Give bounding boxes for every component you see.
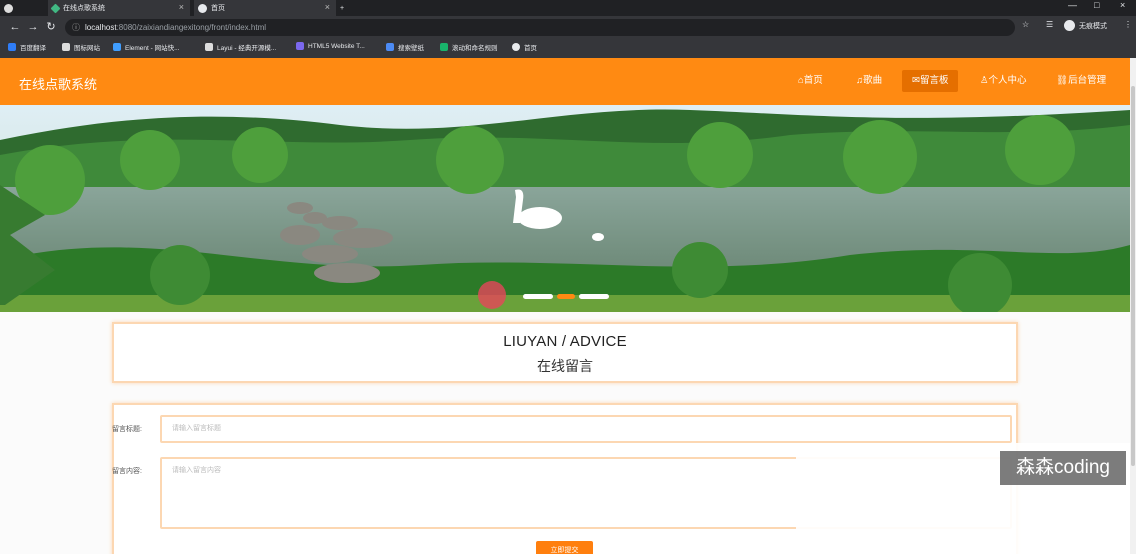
advice-header-card: LIUYAN / ADVICE 在线留言 bbox=[112, 322, 1018, 383]
carousel-dot[interactable] bbox=[579, 294, 609, 299]
star-icon[interactable]: ☆ bbox=[1022, 20, 1029, 29]
lake-scene-illustration bbox=[0, 105, 1130, 312]
tab-home[interactable]: 首页 × bbox=[194, 0, 336, 16]
vue-icon bbox=[50, 3, 61, 13]
banner-image bbox=[0, 105, 1130, 312]
site-title: 在线点歌系统 bbox=[19, 77, 98, 92]
bookmark-item[interactable]: 滚动和命名规则 bbox=[440, 42, 498, 52]
bookmark-label: 首页 bbox=[524, 45, 537, 52]
menu-label: 后台管理 bbox=[1068, 75, 1107, 86]
bookmark-label: 百度翻译 bbox=[20, 45, 46, 52]
cursor-indicator bbox=[478, 281, 506, 309]
site-header: 在线点歌系统 ⌂首页 ♫歌曲 ✉留言板 ♙个人中心 ⛓后台管理 bbox=[0, 58, 1136, 105]
message-icon: ✉ bbox=[912, 75, 920, 86]
page-scrollbar[interactable] bbox=[1130, 58, 1136, 554]
menu-home[interactable]: ⌂首页 bbox=[788, 70, 833, 92]
menu-message-board[interactable]: ✉留言板 bbox=[902, 70, 959, 92]
menu-admin[interactable]: ⛓后台管理 bbox=[1046, 70, 1116, 92]
close-window-icon[interactable]: × bbox=[1120, 0, 1125, 10]
bookmark-label: 图标网站 bbox=[74, 45, 100, 52]
profile-label: 无痕模式 bbox=[1079, 22, 1107, 30]
lock-icon: ⓘ bbox=[72, 23, 80, 32]
link-icon: ⛓ bbox=[1056, 75, 1069, 86]
tab-overflow[interactable] bbox=[0, 0, 22, 16]
layui-icon bbox=[205, 43, 213, 51]
globe-icon bbox=[198, 3, 207, 13]
carousel-dot-active[interactable] bbox=[557, 294, 575, 299]
chrome-icon bbox=[4, 3, 13, 13]
reading-list-icon[interactable]: ☰ bbox=[1046, 20, 1053, 29]
menu-songs[interactable]: ♫歌曲 bbox=[846, 70, 892, 92]
advice-title: LIUYAN / ADVICE bbox=[503, 333, 627, 350]
profile-button[interactable]: 无痕模式 bbox=[1064, 20, 1107, 31]
bookmark-item[interactable]: 百度翻译 bbox=[8, 42, 46, 52]
menu-label: 个人中心 bbox=[988, 75, 1027, 86]
browser-chrome: 在线点歌系统 × 首页 × + — □ × ← → ↻ ⓘ localhost:… bbox=[0, 0, 1136, 58]
bookmark-item[interactable]: HTML5 Website T... bbox=[296, 42, 365, 50]
forward-icon[interactable]: → bbox=[26, 20, 40, 34]
url-input[interactable]: ⓘ localhost:8080/zaixiandiangexitong/fro… bbox=[65, 19, 1015, 36]
bookmark-item[interactable]: Layui - 经典开源模... bbox=[205, 42, 276, 52]
carousel-dot[interactable] bbox=[523, 294, 553, 299]
tab-strip: 在线点歌系统 × 首页 × + — □ × bbox=[0, 0, 1136, 16]
bookmark-label: Element - 网站快... bbox=[125, 45, 180, 52]
watermark: 森森coding bbox=[1000, 451, 1126, 485]
bookmarks-bar: 百度翻译 图标网站 Element - 网站快... Layui - 经典开源模… bbox=[0, 39, 1136, 58]
back-icon[interactable]: ← bbox=[8, 20, 22, 34]
menu-label: 首页 bbox=[803, 75, 823, 86]
flag-icon bbox=[62, 43, 70, 51]
url-host: localhost bbox=[85, 23, 117, 32]
url-path: :8080/zaixiandiangexitong/front/index.ht… bbox=[116, 23, 267, 32]
advice-subtitle: 在线留言 bbox=[537, 358, 593, 374]
bookmark-label: HTML5 Website T... bbox=[308, 42, 365, 50]
html5-icon bbox=[296, 42, 304, 50]
carousel-indicators bbox=[523, 294, 609, 299]
minimize-icon[interactable]: — bbox=[1068, 0, 1077, 10]
wallpaper-icon bbox=[386, 43, 394, 51]
menu-icon[interactable]: ⋮ bbox=[1124, 20, 1132, 29]
menu-profile[interactable]: ♙个人中心 bbox=[970, 70, 1037, 92]
element-icon bbox=[113, 43, 121, 51]
title-input[interactable]: 请输入留言标题 bbox=[160, 415, 1012, 443]
restore-icon[interactable]: □ bbox=[1094, 0, 1099, 10]
bookmark-label: 搜索壁纸 bbox=[398, 45, 424, 52]
title-label: 留言标题: bbox=[112, 426, 142, 433]
menu-label: 留言板 bbox=[919, 75, 949, 86]
doc-icon bbox=[440, 43, 448, 51]
submit-button[interactable]: 立即提交 bbox=[536, 541, 593, 554]
tab-title: 首页 bbox=[211, 5, 225, 12]
bookmark-label: 滚动和命名规则 bbox=[452, 45, 498, 52]
close-icon[interactable]: × bbox=[325, 2, 330, 12]
tab-title: 在线点歌系统 bbox=[63, 5, 105, 12]
user-icon: ♙ bbox=[980, 75, 989, 86]
bookmark-item[interactable]: 搜索壁纸 bbox=[386, 42, 424, 52]
globe-icon bbox=[512, 43, 520, 51]
address-bar: ← → ↻ ⓘ localhost:8080/zaixiandiangexito… bbox=[0, 16, 1136, 39]
translate-icon bbox=[8, 43, 16, 51]
bookmark-item[interactable]: Element - 网站快... bbox=[113, 42, 180, 52]
bookmark-label: Layui - 经典开源模... bbox=[217, 45, 277, 52]
content-label: 留言内容: bbox=[112, 468, 142, 475]
bookmark-item[interactable]: 首页 bbox=[512, 42, 537, 52]
new-tab-button[interactable]: + bbox=[340, 0, 354, 16]
close-icon[interactable]: × bbox=[179, 2, 184, 12]
page-content: 在线点歌系统 ⌂首页 ♫歌曲 ✉留言板 ♙个人中心 ⛓后台管理 LIUYAN /… bbox=[0, 58, 1136, 554]
tab-site[interactable]: 在线点歌系统 × bbox=[48, 0, 190, 16]
scrollbar-thumb[interactable] bbox=[1131, 86, 1135, 466]
incognito-icon bbox=[1064, 20, 1075, 31]
menu-label: 歌曲 bbox=[863, 75, 883, 86]
reload-icon[interactable]: ↻ bbox=[44, 20, 58, 34]
bookmark-item[interactable]: 图标网站 bbox=[62, 42, 100, 52]
